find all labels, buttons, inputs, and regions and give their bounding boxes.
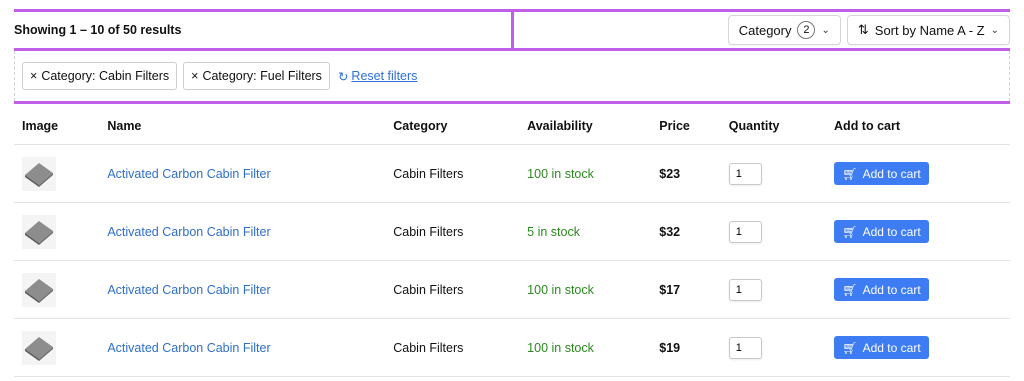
quantity-input[interactable] (728, 278, 762, 301)
product-availability: 100 in stock (527, 318, 660, 377)
cart-icon: 🛒︎ (842, 282, 858, 297)
active-filters-bar: × Category: Cabin Filters × Category: Fu… (14, 51, 1010, 101)
quantity-input[interactable] (728, 220, 762, 243)
product-name-link[interactable]: Activated Carbon Cabin Filter (107, 167, 270, 181)
product-availability: 5 in stock (527, 202, 660, 261)
close-icon[interactable]: × (191, 69, 198, 83)
category-filter-label: Category (738, 22, 792, 38)
product-price: $32 (659, 202, 729, 261)
column-header-price: Price (659, 108, 729, 145)
sort-dropdown[interactable]: ⇅ Sort by Name A - Z ⌄ (846, 15, 1010, 45)
product-price: $19 (659, 318, 729, 377)
add-to-cart-button[interactable]: 🛒︎ Add to cart (834, 336, 930, 359)
product-price: $23 (659, 144, 729, 203)
column-header-quantity: Quantity (728, 108, 835, 145)
product-name-link[interactable]: Activated Carbon Cabin Filter (107, 225, 270, 239)
product-image[interactable] (22, 156, 56, 191)
category-filter-dropdown[interactable]: Category 2 ⌄ (727, 15, 841, 45)
product-category: Cabin Filters (393, 318, 528, 377)
cart-icon: 🛒︎ (842, 340, 858, 355)
product-availability: 100 in stock (527, 260, 660, 319)
add-to-cart-label: Add to cart (862, 340, 921, 355)
filter-chip-label: Category: Fuel Filters (202, 69, 322, 83)
add-to-cart-button[interactable]: 🛒︎ Add to cart (834, 220, 930, 243)
results-count: Showing 1 – 10 of 50 results (14, 23, 182, 37)
chevron-down-icon: ⌄ (821, 24, 830, 36)
sort-label: Sort by Name A - Z (874, 22, 985, 38)
products-table: Image Name Category Availability Price Q… (14, 108, 1010, 377)
table-row: Activated Carbon Cabin Filter Cabin Filt… (14, 260, 1010, 319)
column-header-category: Category (393, 108, 528, 145)
add-to-cart-button[interactable]: 🛒︎ Add to cart (834, 162, 930, 185)
table-row: Activated Carbon Cabin Filter Cabin Filt… (14, 202, 1010, 261)
product-image[interactable] (22, 330, 56, 365)
table-row: Activated Carbon Cabin Filter Cabin Filt… (14, 318, 1010, 377)
product-category: Cabin Filters (393, 202, 528, 261)
column-header-name: Name (107, 108, 394, 145)
close-icon[interactable]: × (30, 69, 37, 83)
column-header-image: Image (14, 108, 108, 145)
column-header-availability: Availability (527, 108, 660, 145)
highlight-line-bottom (14, 101, 1010, 104)
column-header-add-to-cart: Add to cart (834, 108, 1010, 145)
product-image[interactable] (22, 214, 56, 249)
product-name-link[interactable]: Activated Carbon Cabin Filter (107, 341, 270, 355)
quantity-input[interactable] (728, 336, 762, 359)
product-category: Cabin Filters (393, 144, 528, 203)
add-to-cart-label: Add to cart (862, 166, 921, 181)
quantity-input[interactable] (728, 162, 762, 185)
add-to-cart-label: Add to cart (862, 282, 921, 297)
product-category: Cabin Filters (393, 260, 528, 319)
add-to-cart-button[interactable]: 🛒︎ Add to cart (834, 278, 930, 301)
filter-chip-label: Category: Cabin Filters (41, 69, 170, 83)
cart-icon: 🛒︎ (842, 224, 858, 239)
refresh-icon: ↻ (337, 69, 349, 84)
filter-chip-cabin-filters[interactable]: × Category: Cabin Filters (22, 62, 178, 90)
product-name-link[interactable]: Activated Carbon Cabin Filter (107, 283, 270, 297)
add-to-cart-label: Add to cart (862, 224, 921, 239)
reset-filters-link[interactable]: ↻ Reset filters (338, 69, 417, 84)
table-row: Activated Carbon Cabin Filter Cabin Filt… (14, 144, 1010, 203)
table-header-row: Image Name Category Availability Price Q… (14, 108, 1010, 145)
category-count-badge: 2 (797, 21, 816, 39)
product-image[interactable] (22, 272, 56, 307)
toolbar-controls: Category 2 ⌄ ⇅ Sort by Name A - Z ⌄ (514, 15, 1010, 45)
filter-chip-fuel-filters[interactable]: × Category: Fuel Filters (183, 62, 330, 90)
chevron-down-icon: ⌄ (990, 24, 999, 36)
sort-icon: ⇅ (857, 22, 869, 37)
reset-filters-label[interactable]: Reset filters (351, 69, 417, 83)
results-toolbar: Showing 1 – 10 of 50 results Category 2 … (14, 12, 1010, 48)
cart-icon: 🛒︎ (842, 166, 858, 181)
product-price: $17 (659, 260, 729, 319)
product-availability: 100 in stock (527, 144, 660, 203)
